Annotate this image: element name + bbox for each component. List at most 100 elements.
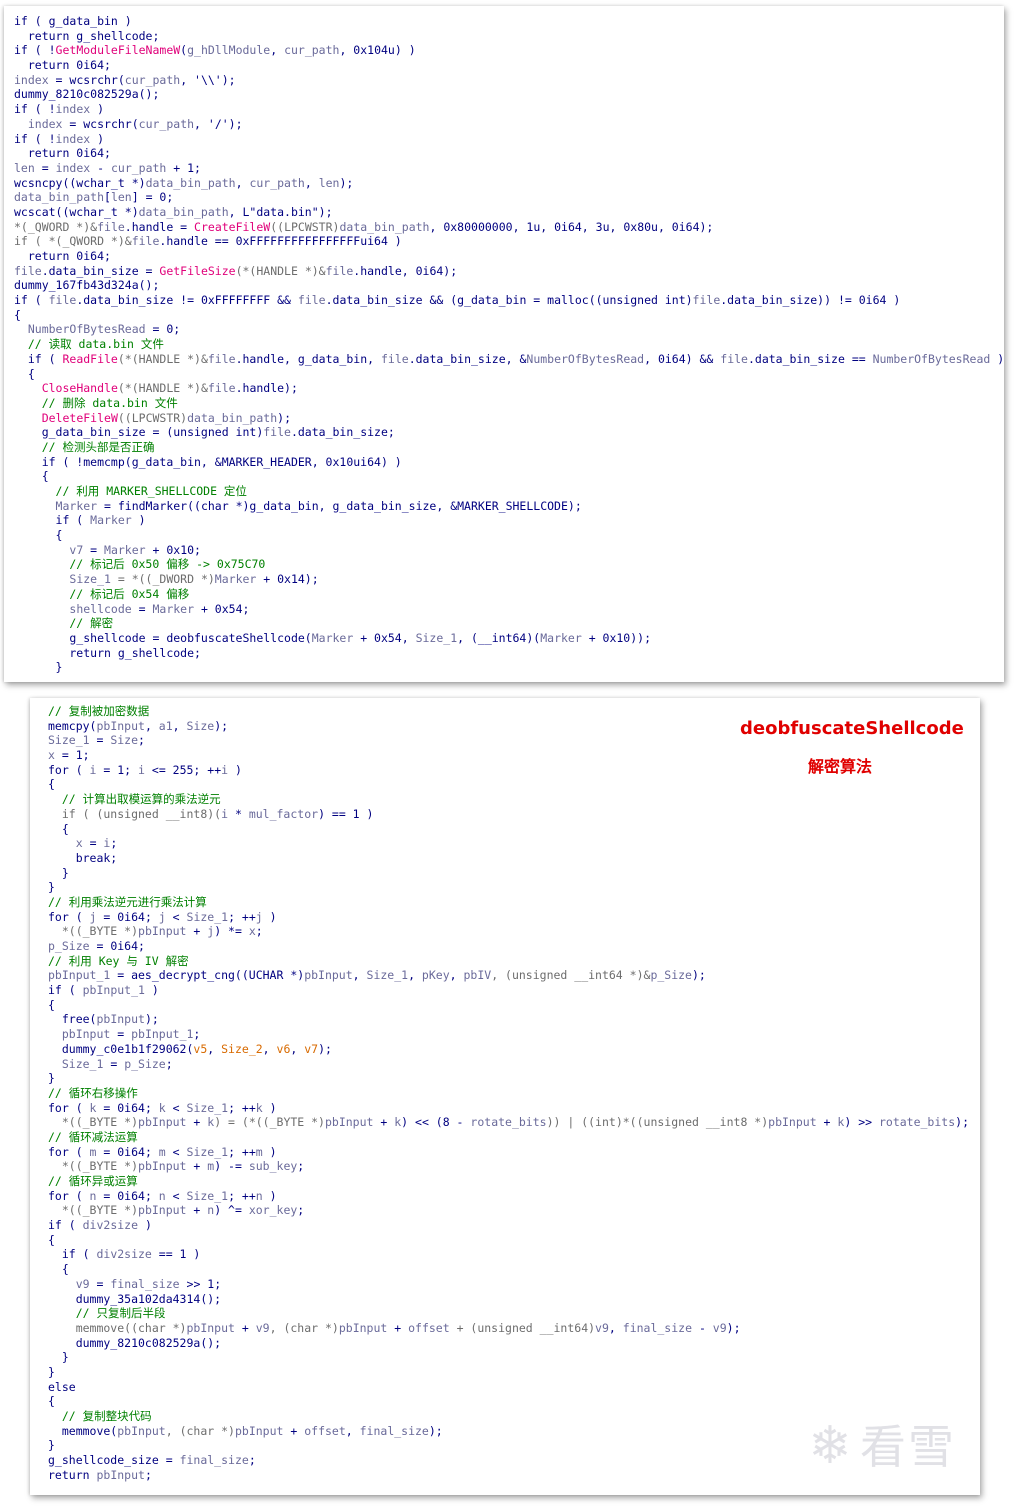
code-token: data_bin_path	[145, 175, 236, 190]
code-token: cur_path	[124, 72, 181, 87]
code-token: +	[186, 1159, 208, 1174]
code-line: wcsncpy((wchar_t *)data_bin_path, cur_pa…	[14, 176, 1000, 191]
code-line: if ( g_data_bin )	[14, 14, 1000, 29]
code-token: +	[186, 1203, 208, 1218]
code-token: (*(HANDLE *)&	[117, 381, 208, 396]
code-token: )	[117, 14, 132, 28]
code-token: + (unsigned __int64)	[449, 1320, 596, 1335]
code-token: g_data_bin_size = (unsigned int)	[14, 425, 264, 440]
code-token: pbInput	[138, 1159, 187, 1174]
code-token: pbInput	[117, 1423, 166, 1438]
code-token: }	[48, 1071, 55, 1086]
code-token: file	[380, 351, 409, 366]
code-token: =	[82, 836, 104, 851]
code-line: // 解密	[14, 616, 1000, 631]
watermark: ❄ 看雪	[808, 1411, 956, 1477]
code-token: shellcode	[69, 601, 132, 616]
code-token: div2size	[82, 1218, 139, 1233]
code-token: pbInput	[304, 968, 353, 983]
code-token: .handle, 0i64);	[353, 263, 458, 278]
code-token: = *((_DWORD *)	[110, 572, 215, 587]
code-token: == 1 )	[151, 1247, 201, 1262]
code-token: // 只复制后半段	[48, 1306, 166, 1321]
code-line: NumberOfBytesRead = 0;	[14, 322, 1000, 337]
code-token: Size_1	[186, 1188, 229, 1203]
code-line: p_Size = 0i64;	[48, 939, 976, 954]
code-token: [	[104, 190, 111, 205]
code-token: wcscat((wchar_t *)	[14, 204, 139, 219]
code-token: if (	[48, 1247, 97, 1262]
code-token: GetModuleFileNameW	[55, 43, 181, 58]
code-token: // 标记后 0x54 偏移	[14, 586, 190, 601]
code-token: )	[90, 131, 105, 146]
code-token: )	[90, 102, 105, 117]
code-token: v6	[276, 1041, 291, 1056]
code-token: ,	[144, 718, 159, 733]
code-token: g_shellcode_size =	[48, 1453, 180, 1468]
code-token: = 1;	[54, 748, 90, 763]
code-token: Marker	[152, 601, 195, 616]
code-token: Size_1	[48, 733, 90, 748]
code-line: for ( k = 0i64; k < Size_1; ++k )	[48, 1101, 976, 1116]
code-token: {	[14, 528, 63, 543]
code-token: *	[228, 806, 249, 821]
code-token: {	[48, 821, 69, 836]
code-line: // 读取 data.bin 文件	[14, 337, 1000, 352]
code-line: // 计算出取模运算的乘法逆元	[48, 792, 976, 807]
code-token: .handle == 0xFFFFFFFFFFFFFFFFui64 )	[159, 234, 402, 249]
code-token: pbInput	[234, 1423, 284, 1438]
code-token: return 0i64;	[14, 146, 111, 161]
code-token: <	[165, 1100, 187, 1115]
code-token: pbInput	[96, 1012, 145, 1027]
code-line: for ( m = 0i64; m < Size_1; ++m )	[48, 1145, 976, 1160]
code-token: +	[373, 1115, 395, 1130]
code-token: , L"data.bin");	[228, 204, 333, 219]
code-token: pbIV	[463, 968, 492, 983]
code-token: = 0;	[145, 322, 181, 337]
code-token: i	[138, 762, 145, 777]
code-token: );	[277, 410, 291, 425]
code-token: for (	[48, 1188, 90, 1203]
code-token: for (	[48, 762, 90, 777]
code-token: , '/');	[194, 116, 243, 131]
code-token: {	[14, 307, 21, 322]
code-line: dummy_c0e1b1f29062(v5, Size_2, v6, v7);	[48, 1042, 976, 1057]
code-token: return 0i64;	[14, 249, 111, 263]
code-token: pbInput	[186, 1320, 235, 1335]
code-listing-loader: if ( g_data_bin ) return g_shellcode; if …	[14, 14, 1004, 675]
code-line: for ( n = 0i64; n < Size_1; ++n )	[48, 1189, 976, 1204]
code-token: pbInput	[96, 718, 145, 733]
code-line: {	[48, 1262, 976, 1277]
decompiled-code-panel-bottom: // 复制被加密数据 memcpy(pbInput, a1, Size); Size…	[30, 698, 980, 1495]
code-line: Marker = findMarker((char *)g_data_bin, …	[14, 499, 1000, 514]
code-token: free(	[48, 1012, 97, 1027]
code-token: file	[48, 293, 77, 308]
code-token: sub_key	[248, 1159, 298, 1174]
code-token: pbInput	[768, 1115, 817, 1130]
code-token: data_bin_path	[339, 219, 430, 234]
code-token: + 0x14);	[256, 572, 319, 587]
code-line: }	[48, 1350, 976, 1365]
code-token: n	[255, 1188, 263, 1203]
code-token: = findMarker((char *)g_data_bin, g_data_…	[97, 498, 582, 513]
code-token: .handle);	[235, 381, 298, 396]
code-token: <	[165, 1144, 187, 1159]
code-token: // 复制整块代码	[48, 1409, 152, 1423]
code-token: =	[89, 733, 111, 748]
code-token: .data_bin_size =	[41, 263, 160, 278]
code-line: index = wcsrchr(cur_path, '/');	[14, 117, 1000, 132]
code-token: NumberOfBytesRead	[27, 322, 146, 337]
code-line: dummy_167fb43d324a();	[14, 278, 1000, 293]
code-token: v7	[69, 542, 84, 557]
code-token: ; ++	[228, 1144, 256, 1159]
code-token: // 解密	[14, 616, 114, 631]
code-line: *((_BYTE *)pbInput + m) -= sub_key;	[48, 1159, 976, 1174]
code-token: g_hDllModule	[187, 43, 271, 58]
code-token: Marker	[104, 542, 146, 557]
code-token: ; ++	[228, 1188, 256, 1203]
code-token: return 0i64;	[14, 58, 111, 73]
